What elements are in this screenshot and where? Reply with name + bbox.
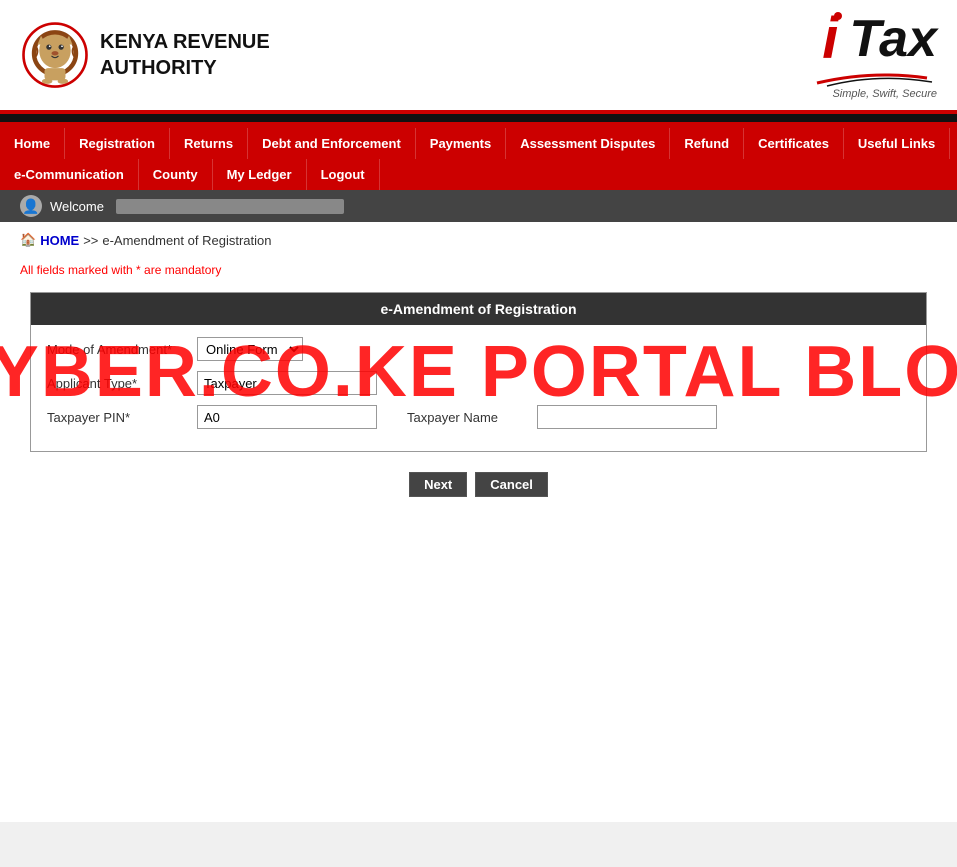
pin-name-row: Taxpayer PIN* Taxpayer Name [47, 405, 910, 429]
nav-useful[interactable]: Useful Links [844, 128, 950, 159]
welcome-username [116, 199, 344, 214]
breadcrumb-current: e-Amendment of Registration [102, 233, 271, 248]
form-panel-title: e-Amendment of Registration [31, 293, 926, 325]
itax-tagline: Simple, Swift, Secure [832, 88, 937, 100]
nav-assessment[interactable]: Assessment Disputes [506, 128, 670, 159]
nav-certificates[interactable]: Certificates [744, 128, 844, 159]
welcome-bar: 👤 Welcome [0, 190, 957, 222]
main-content: 🏠 HOME >> e-Amendment of Registration Al… [0, 222, 957, 822]
pin-label: Taxpayer PIN* [47, 410, 187, 425]
form-area-wrapper: CYBER.CO.KE PORTAL BLOG e-Amendment of R… [20, 292, 937, 452]
nav-refund[interactable]: Refund [670, 128, 744, 159]
nav-logout[interactable]: Logout [307, 159, 380, 190]
header: Kenya Revenue Authority i Tax Simple, Sw… [0, 0, 957, 114]
taxpayer-name-label: Taxpayer Name [407, 410, 527, 425]
taxpayer-name-input[interactable] [537, 405, 717, 429]
button-row: Next Cancel [20, 472, 937, 497]
kra-name: Kenya Revenue Authority [100, 29, 270, 81]
nav-row-2: e-Communication County My Ledger Logout [0, 159, 957, 190]
itax-dot [834, 12, 842, 20]
form-panel: e-Amendment of Registration Mode of Amen… [30, 292, 927, 452]
applicant-input[interactable] [197, 371, 377, 395]
nav-payments[interactable]: Payments [416, 128, 506, 159]
applicant-row: Applicant Type* [47, 371, 910, 395]
pin-input[interactable] [197, 405, 377, 429]
kra-logo: Kenya Revenue Authority [20, 20, 270, 90]
applicant-label: Applicant Type* [47, 376, 187, 391]
mode-select[interactable]: Online Form Upload Form [197, 337, 303, 361]
navigation: Home Registration Returns Debt and Enfor… [0, 128, 957, 190]
nav-county[interactable]: County [139, 159, 213, 190]
form-body: Mode of Amendment* Online Form Upload Fo… [31, 325, 926, 451]
mode-row: Mode of Amendment* Online Form Upload Fo… [47, 337, 910, 361]
cancel-button[interactable]: Cancel [475, 472, 548, 497]
nav-ledger[interactable]: My Ledger [213, 159, 307, 190]
nav-registration[interactable]: Registration [65, 128, 170, 159]
mode-label: Mode of Amendment* [47, 342, 187, 357]
mandatory-note: All fields marked with * are mandatory [20, 263, 937, 277]
nav-home[interactable]: Home [0, 128, 65, 159]
breadcrumb-separator: >> [83, 233, 98, 248]
nav-ecomm[interactable]: e-Communication [0, 159, 139, 190]
itax-logo: i Tax [822, 10, 937, 68]
black-bar [0, 114, 957, 122]
nav-debt[interactable]: Debt and Enforcement [248, 128, 416, 159]
itax-swoosh-icon [807, 68, 937, 88]
welcome-prefix: Welcome [50, 199, 104, 214]
breadcrumb-home-link[interactable]: HOME [40, 233, 79, 248]
home-icon: 🏠 [20, 232, 36, 248]
breadcrumb: 🏠 HOME >> e-Amendment of Registration [20, 232, 937, 248]
kra-lion-icon [20, 20, 90, 90]
nav-row-1: Home Registration Returns Debt and Enfor… [0, 128, 957, 159]
nav-returns[interactable]: Returns [170, 128, 248, 159]
itax-tax-text: Tax [849, 13, 937, 65]
next-button[interactable]: Next [409, 472, 467, 497]
user-icon: 👤 [20, 195, 42, 217]
itax-logo-wrapper: i Tax Simple, Swift, Secure [807, 10, 937, 100]
